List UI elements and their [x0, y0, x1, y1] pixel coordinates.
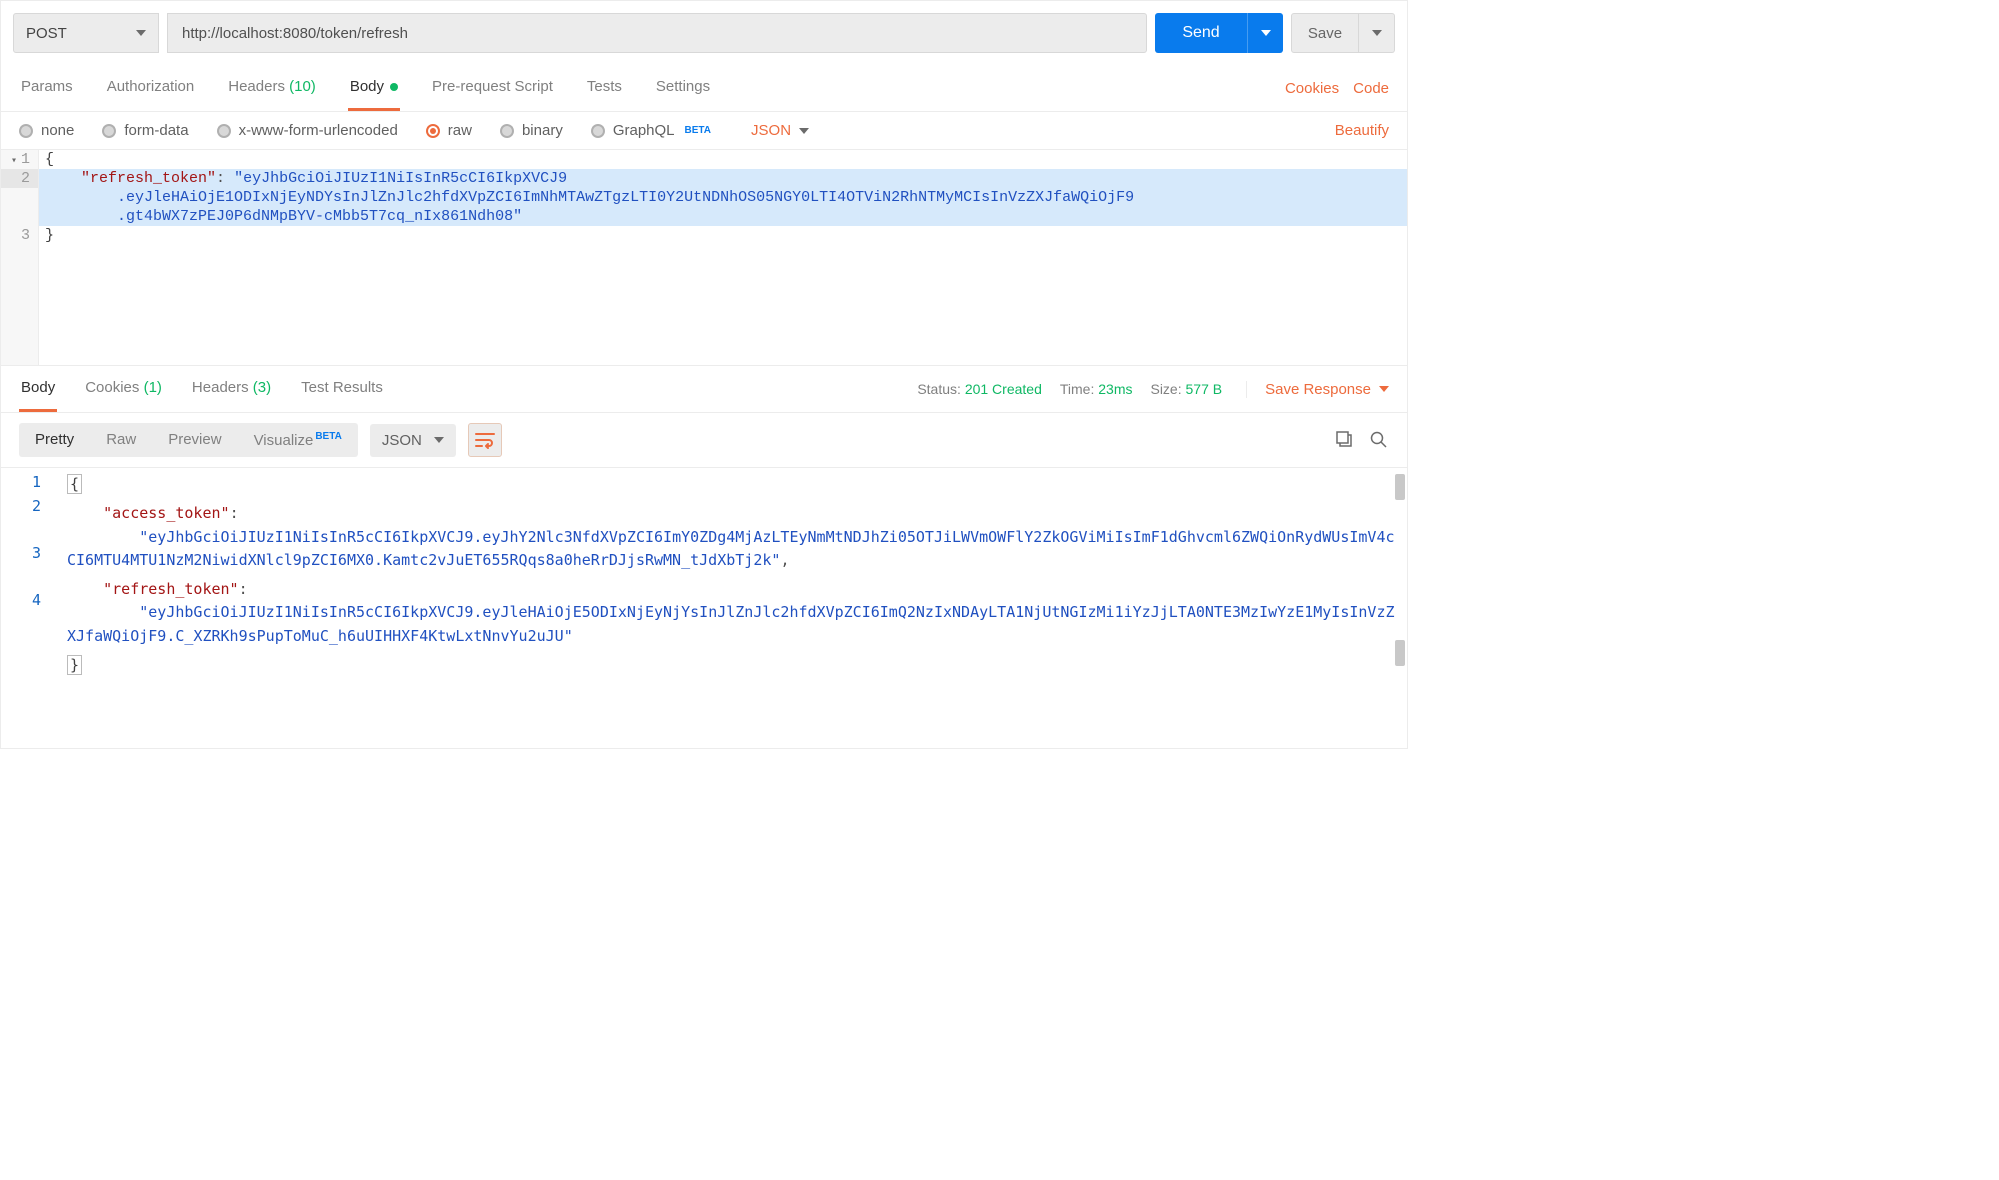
time-value: 23ms	[1098, 381, 1132, 397]
save-response-button[interactable]: Save Response	[1246, 381, 1389, 398]
send-button[interactable]: Send	[1155, 13, 1247, 53]
body-type-graphql[interactable]: GraphQLBETA	[591, 122, 711, 139]
send-dropdown-button[interactable]	[1247, 13, 1283, 53]
request-bar: POST Send Save	[1, 1, 1407, 65]
response-status-info: Status: 201 Created Time: 23ms Size: 577…	[917, 381, 1389, 398]
resp-tab-body[interactable]: Body	[19, 366, 57, 412]
body-type-urlencoded[interactable]: x-www-form-urlencoded	[217, 122, 398, 139]
cookies-link[interactable]: Cookies	[1285, 80, 1339, 97]
tab-params[interactable]: Params	[19, 65, 75, 111]
view-raw[interactable]: Raw	[90, 423, 152, 457]
save-button[interactable]: Save	[1291, 13, 1359, 53]
code-link[interactable]: Code	[1353, 80, 1389, 97]
view-visualize[interactable]: VisualizeBETA	[238, 423, 358, 457]
dot-icon	[390, 83, 398, 91]
body-type-form-data[interactable]: form-data	[102, 122, 188, 139]
wrap-lines-toggle[interactable]	[468, 423, 502, 457]
request-tabs-row: Params Authorization Headers (10) Body P…	[1, 65, 1407, 112]
chevron-down-icon	[1379, 386, 1389, 392]
body-format-select[interactable]: JSON	[751, 122, 809, 139]
method-value: POST	[26, 25, 67, 42]
size-value: 577 B	[1186, 381, 1223, 397]
body-type-row: none form-data x-www-form-urlencoded raw…	[1, 112, 1407, 150]
wrap-icon	[475, 431, 495, 449]
response-toolbar: Pretty Raw Preview VisualizeBETA JSON	[1, 413, 1407, 468]
view-pretty[interactable]: Pretty	[19, 423, 90, 457]
chevron-down-icon	[1261, 30, 1271, 36]
tab-settings[interactable]: Settings	[654, 65, 712, 111]
resp-tab-cookies[interactable]: Cookies (1)	[83, 366, 164, 412]
radio-icon	[500, 124, 514, 138]
tab-authorization[interactable]: Authorization	[105, 65, 197, 111]
response-gutter: 1 2 3 4	[1, 468, 61, 748]
scrollbar-thumb[interactable]	[1395, 640, 1405, 666]
radio-icon	[19, 124, 33, 138]
tab-headers[interactable]: Headers (10)	[226, 65, 318, 111]
response-format-select[interactable]: JSON	[370, 424, 456, 457]
radio-icon	[102, 124, 116, 138]
status-value: 201 Created	[965, 381, 1042, 397]
scrollbar-thumb[interactable]	[1395, 474, 1405, 500]
chevron-down-icon	[434, 437, 444, 443]
radio-icon	[426, 124, 440, 138]
radio-icon	[591, 124, 605, 138]
tab-body[interactable]: Body	[348, 65, 400, 111]
copy-icon[interactable]	[1335, 430, 1355, 450]
resp-tab-headers[interactable]: Headers (3)	[190, 366, 273, 412]
beautify-link[interactable]: Beautify	[1335, 122, 1389, 139]
resp-tab-test-results[interactable]: Test Results	[299, 366, 385, 412]
chevron-down-icon	[136, 30, 146, 36]
request-body-editor[interactable]: 1 2 3 { "refresh_token": "eyJhbGciOiJIUz…	[1, 150, 1407, 366]
tab-pre-request-script[interactable]: Pre-request Script	[430, 65, 555, 111]
tab-tests[interactable]: Tests	[585, 65, 624, 111]
save-dropdown-button[interactable]	[1359, 13, 1395, 53]
response-tabs-row: Body Cookies (1) Headers (3) Test Result…	[1, 366, 1407, 413]
body-type-none[interactable]: none	[19, 122, 74, 139]
chevron-down-icon	[1372, 30, 1382, 36]
url-input[interactable]	[167, 13, 1147, 53]
response-body-editor[interactable]: 1 2 3 4 { "access_token": "eyJhbGciOiJIU…	[1, 468, 1407, 748]
view-preview[interactable]: Preview	[152, 423, 237, 457]
search-icon[interactable]	[1369, 430, 1389, 450]
body-type-binary[interactable]: binary	[500, 122, 563, 139]
chevron-down-icon	[799, 128, 809, 134]
editor-gutter: 1 2 3	[1, 150, 39, 365]
radio-icon	[217, 124, 231, 138]
method-select[interactable]: POST	[13, 13, 159, 53]
body-type-raw[interactable]: raw	[426, 122, 472, 139]
